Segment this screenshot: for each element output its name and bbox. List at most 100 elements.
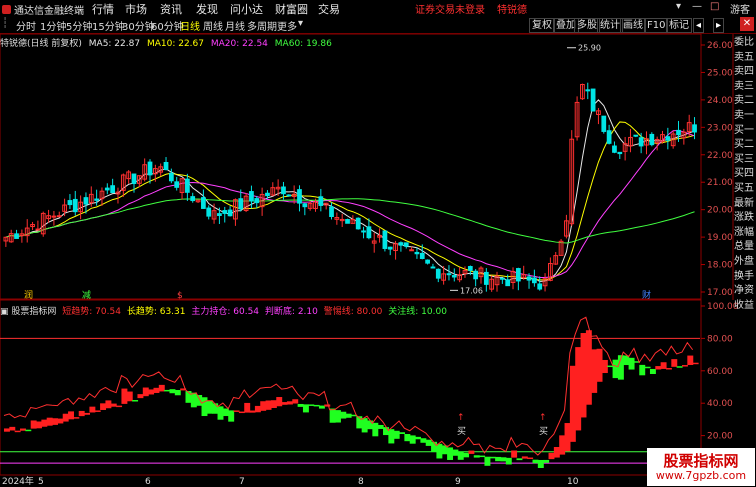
candle-body [222,210,228,214]
more-chevron-icon[interactable]: ▾ [298,18,303,29]
candle-body [313,201,318,209]
trend-bar [270,400,277,408]
ma10-value: MA10: 22.67 [146,39,204,49]
trend-bar [607,365,614,368]
price-tick-label: 25.00 [707,68,733,78]
candle-body [441,273,446,281]
candle-body [393,243,398,251]
candle-body [665,136,671,141]
trend-bar [372,422,379,437]
candle-body [83,197,89,205]
trend-bar [36,421,42,429]
trend-bar [383,427,389,436]
quote-label-14: 总量 [734,241,754,253]
period-more[interactable]: 更多 [277,18,297,33]
menu-dropdown-icon[interactable]: ▾ [676,1,681,12]
trend-bar [137,394,144,399]
candle-body [190,196,196,202]
trend-bar [367,420,373,430]
period-60min[interactable]: 60分钟 [151,18,184,33]
candle-body [542,278,548,287]
candle-body [329,206,334,218]
menu-faxian[interactable]: 发现 [196,1,218,17]
candle-body [499,277,505,280]
trend-bar [132,400,139,402]
period-30min[interactable]: 30分钟 [122,18,155,33]
menu-jiaoyi[interactable]: 交易 [318,1,340,17]
period-1min[interactable]: 1分钟 [40,18,66,33]
price-panel-border [0,33,702,300]
stock-chart[interactable]: ↑ 买 ↑ 买 26.00 25.00 24.00 23.00 22.00 21.00 20.00… [0,0,756,487]
trend-bar [356,416,363,429]
trend-bar [644,366,651,369]
trend-bar [463,452,470,458]
trend-bar [94,410,101,412]
guest-user[interactable]: 游客 [730,1,750,16]
menu-caifuquan[interactable]: 财富圈 [275,1,308,17]
trend-bar [46,417,53,426]
candle-body [297,189,302,204]
tool-biaoji[interactable]: 标记 [666,18,692,33]
short-trend-line [3,316,694,456]
trend-bar [297,403,304,407]
trend-bar [105,400,112,409]
ma-line-5 [5,99,695,283]
period-weekly[interactable]: 周线 [203,18,223,33]
candle-body [174,181,180,188]
period-15min[interactable]: 15分钟 [92,18,125,33]
candle-body [425,259,430,264]
price-tick-label: 19.00 [707,233,733,243]
candle-body [569,138,575,225]
trend-bar [393,430,400,439]
tool-prev-icon[interactable]: ◂ [693,18,705,33]
tool-next-icon[interactable]: ▸ [713,18,725,33]
candle-body [163,162,169,171]
trade-status[interactable]: 证券交易未登录 [415,1,485,16]
candle-body [35,228,41,231]
tool-f10[interactable]: F10 [644,18,669,33]
price-tick-label: 20.00 [707,206,733,216]
candle-body [638,137,644,147]
candle-body [377,235,382,238]
menu-hangqing[interactable]: 行情 [92,1,114,17]
trend-bar [457,451,464,460]
candle-body [345,219,350,224]
trend-bar [639,364,646,376]
ind-tick-label: 40.00 [707,399,733,409]
candle-body [227,209,233,217]
trend-bar [260,401,267,411]
menu-shichang[interactable]: 市场 [125,1,147,17]
period-fenshi[interactable]: 分时 [16,18,36,33]
trend-bar [628,357,635,370]
minimize-icon[interactable]: — [692,1,702,12]
trend-bar [441,445,448,455]
tool-fuquan[interactable]: 复权 [529,18,555,33]
candle-body [473,270,479,280]
trend-bar [692,362,699,365]
trend-bar [73,417,80,419]
trend-bar [671,359,678,367]
watermark-url: www.7gpzb.com [655,469,747,482]
period-5min[interactable]: 5分钟 [66,18,92,33]
period-multi[interactable]: 多周期 [247,18,277,33]
trend-bar [601,359,608,374]
trend-bar [233,410,240,412]
period-monthly[interactable]: 月线 [225,18,245,33]
candle-body [355,217,361,230]
menu-zixun[interactable]: 资讯 [160,1,182,17]
period-daily[interactable]: 日线 [180,18,200,33]
date-tick: 10 [567,477,579,487]
tool-huaxian[interactable]: 画线 [620,18,646,33]
candle-body [51,215,57,218]
price-low-label: 17.06 [460,286,483,295]
trend-bar [281,402,288,405]
close-panel-icon[interactable]: ✕ [740,17,754,31]
trend-bar [329,408,336,423]
indicator-name[interactable]: 股票指标网 [11,307,56,317]
menu-wenxiaoda[interactable]: 问小达 [230,1,263,17]
quote-label-8: 买三 [734,153,754,165]
restore-icon[interactable]: □ [710,1,719,12]
indicator-toggle-icon[interactable]: ▣ [0,307,9,317]
trend-bar [527,457,534,460]
candle-body [185,178,190,193]
